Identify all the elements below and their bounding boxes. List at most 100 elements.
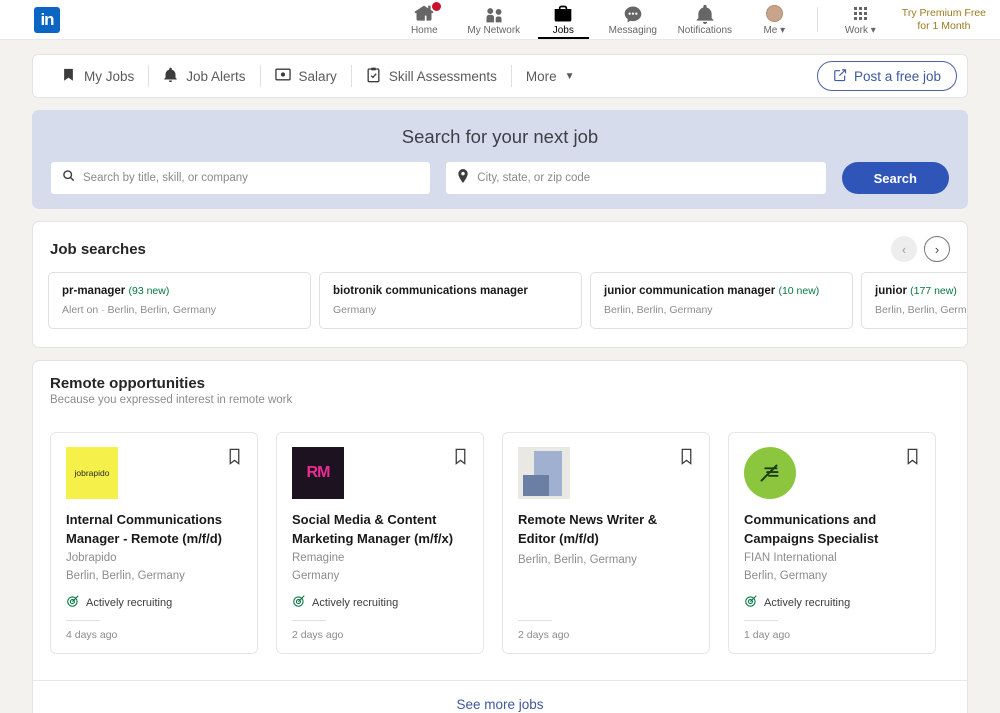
nav-divider xyxy=(816,7,818,32)
saved-search-chip[interactable]: junior (177 new) Berlin, Berlin, Germany xyxy=(861,272,967,329)
nav-item-home-label: Home xyxy=(410,25,438,36)
subnav-item-salary[interactable]: Salary xyxy=(261,62,351,90)
saved-search-query-row: pr-manager (93 new) xyxy=(62,284,297,299)
job-location: Berlin, Berlin, Germany xyxy=(66,570,185,582)
carousel-prev-button[interactable]: ‹ xyxy=(891,236,917,262)
premium-line-1: Try Premium Free xyxy=(901,6,986,19)
subnav-item-my-jobs[interactable]: My Jobs xyxy=(47,62,148,90)
keyword-search-field[interactable] xyxy=(51,162,431,194)
job-searches-panel: Job searches ‹ › pr-manager (93 new) Ale… xyxy=(32,221,968,348)
saved-search-query: pr-manager xyxy=(62,285,126,297)
saved-search-query: biotronik communications manager xyxy=(333,285,528,297)
job-card-top xyxy=(744,447,920,499)
job-card[interactable]: jobrapido Internal Communications Manage… xyxy=(50,432,258,654)
location-search-field[interactable] xyxy=(446,162,826,194)
saved-search-query: junior communication manager xyxy=(604,285,776,297)
actively-recruiting-badge: Actively recruiting xyxy=(292,594,468,611)
company-logo-text: RM xyxy=(306,464,331,481)
subnav-item-job-alerts-label: Job Alerts xyxy=(186,68,246,84)
actively-recruiting-badge: Actively recruiting xyxy=(66,594,242,611)
save-job-icon[interactable] xyxy=(905,448,920,470)
nav-item-jobs[interactable]: Jobs xyxy=(530,0,597,39)
job-company: Jobrapido xyxy=(66,552,117,564)
home-notification-badge xyxy=(430,1,442,12)
nav-item-messaging-label: Messaging xyxy=(608,25,657,36)
company-logo: RM xyxy=(292,447,344,499)
saved-search-chip[interactable]: pr-manager (93 new) Alert on · Berlin, B… xyxy=(48,272,311,329)
work-label-text: Work xyxy=(844,25,868,36)
briefcase-icon xyxy=(553,3,573,24)
saved-search-chip[interactable]: junior communication manager (10 new) Be… xyxy=(590,272,853,329)
nav-item-home[interactable]: Home xyxy=(391,0,458,39)
nav-item-me[interactable]: Me ▾ xyxy=(741,0,808,39)
job-location: Berlin, Berlin, Germany xyxy=(518,554,637,566)
avatar-icon xyxy=(765,3,783,24)
company-logo xyxy=(518,447,570,499)
job-posted-time: 2 days ago xyxy=(292,629,344,641)
job-card-footer: 2 days ago xyxy=(292,620,468,653)
save-job-icon[interactable] xyxy=(227,448,242,470)
search-input[interactable] xyxy=(83,172,420,184)
job-card[interactable]: Remote News Writer & Editor (m/f/d) Berl… xyxy=(502,432,710,654)
chevron-down-icon: ▾ xyxy=(780,25,786,36)
chevron-down-icon: ▾ xyxy=(870,25,876,36)
subnav-item-more[interactable]: More ▼ xyxy=(512,62,589,90)
subnav-item-my-jobs-label: My Jobs xyxy=(84,68,135,84)
job-searches-carousel[interactable]: pr-manager (93 new) Alert on · Berlin, B… xyxy=(33,272,967,347)
saved-search-chip[interactable]: biotronik communications manager Germany xyxy=(319,272,582,329)
people-icon xyxy=(484,3,504,24)
saved-search-new-count: (10 new) xyxy=(778,285,820,297)
try-premium-link[interactable]: Try Premium Free for 1 Month xyxy=(894,0,1000,39)
carousel-next-button[interactable]: › xyxy=(924,236,950,262)
job-search-hero: Search for your next job Search xyxy=(32,110,968,209)
linkedin-logo-icon[interactable]: in xyxy=(34,7,60,33)
nav-item-me-label: Me ▾ xyxy=(763,25,785,37)
saved-search-subtitle: Alert on · Berlin, Berlin, Germany xyxy=(62,304,217,316)
me-label-text: Me xyxy=(763,25,778,36)
job-card[interactable]: RM Social Media & Content Marketing Mana… xyxy=(276,432,484,654)
company-logo-text: jobrapido xyxy=(74,468,110,478)
search-button[interactable]: Search xyxy=(841,162,950,194)
job-posted-time: 4 days ago xyxy=(66,629,118,641)
saved-search-query-row: biotronik communications manager xyxy=(333,284,568,299)
job-card-top: jobrapido xyxy=(66,447,242,499)
logo-shape-short xyxy=(523,475,549,496)
location-input[interactable] xyxy=(477,172,815,184)
actively-recruiting-icon xyxy=(66,594,80,611)
job-card-top xyxy=(518,447,694,499)
compose-icon xyxy=(833,68,847,85)
nav-item-messaging[interactable]: Messaging xyxy=(597,0,669,39)
actively-recruiting-label: Actively recruiting xyxy=(86,596,173,609)
nav-item-work[interactable]: Work ▾ xyxy=(827,0,894,39)
subnav-item-skill-assessments[interactable]: Skill Assessments xyxy=(352,62,511,90)
actively-recruiting-label: Actively recruiting xyxy=(312,596,399,609)
job-card[interactable]: Communications and Campaigns Specialist … xyxy=(728,432,936,654)
see-more-jobs-button[interactable]: See more jobs xyxy=(33,680,967,713)
job-card-top: RM xyxy=(292,447,468,499)
job-company: FIAN International xyxy=(744,552,837,564)
saved-search-query-row: junior (177 new) xyxy=(875,284,967,299)
message-icon xyxy=(623,3,643,24)
subnav-item-salary-label: Salary xyxy=(298,68,337,84)
nav-item-notifications[interactable]: Notifications xyxy=(669,0,741,39)
job-title: Communications and Campaigns Specialist xyxy=(744,512,879,546)
job-posted-time: 2 days ago xyxy=(518,629,570,641)
save-job-icon[interactable] xyxy=(453,448,468,470)
subnav-item-job-alerts[interactable]: Job Alerts xyxy=(149,62,259,90)
job-card-footer: 4 days ago xyxy=(66,620,242,653)
company-logo xyxy=(744,447,796,499)
save-job-icon[interactable] xyxy=(679,448,694,470)
job-location: Berlin, Germany xyxy=(744,570,828,582)
job-searches-title: Job searches xyxy=(50,240,146,258)
clipboard-check-icon xyxy=(366,67,381,86)
jobs-sub-navigation: My Jobs Job Alerts Salary Skill Assessme… xyxy=(32,54,968,98)
post-a-free-job-button[interactable]: Post a free job xyxy=(816,61,957,91)
saved-search-subtitle: Berlin, Berlin, Germany xyxy=(875,304,967,316)
nav-item-jobs-label: Jobs xyxy=(552,25,574,36)
nav-item-notifications-label: Notifications xyxy=(677,25,733,36)
nav-item-my-network[interactable]: My Network xyxy=(458,0,530,39)
page-content: My Jobs Job Alerts Salary Skill Assessme… xyxy=(32,40,968,713)
subnav-item-more-label: More xyxy=(525,68,557,84)
post-a-free-job-label: Post a free job xyxy=(853,68,941,84)
